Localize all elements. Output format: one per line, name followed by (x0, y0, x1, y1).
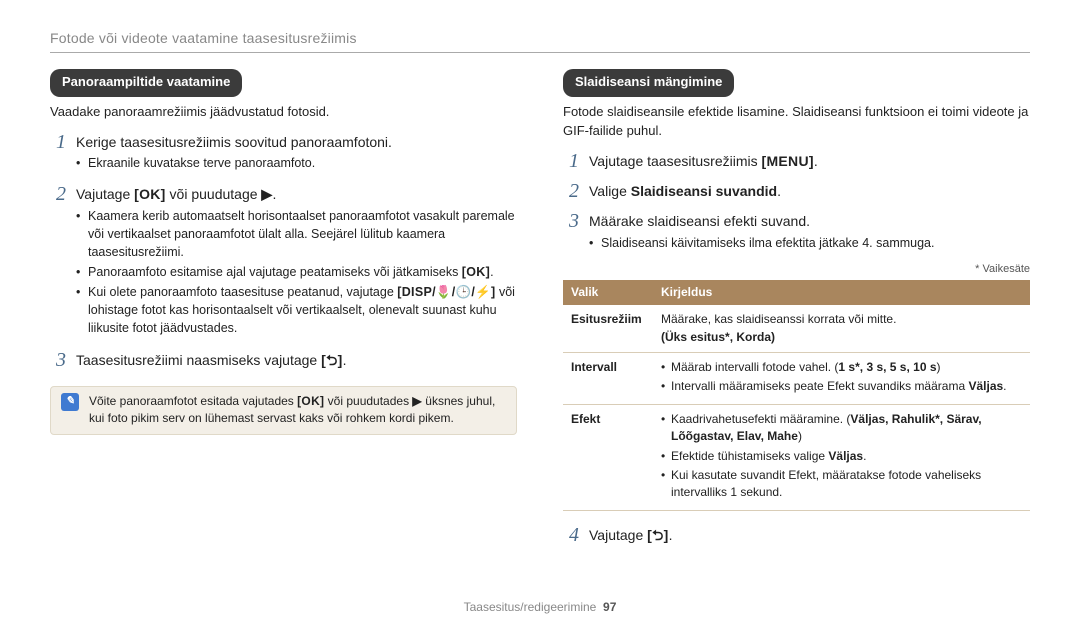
play-icon: ▶ (261, 184, 272, 204)
step-body: Määrake slaidiseansi efekti suvand. Slai… (589, 211, 1030, 253)
page-footer: Taasesitus/redigeerimine 97 (0, 599, 1080, 616)
option-description: Määrab intervalli fotode vahel. (1 s*, 3… (653, 352, 1030, 404)
content-columns: Panoraampiltide vaatamine Vaadake panora… (50, 69, 1030, 545)
step-text: Määrake slaidiseansi efekti suvand. (589, 211, 1030, 231)
page: Fotode või videote vaatamine taasesitusr… (0, 0, 1080, 555)
table-row: Esitusrežiim Määrake, kas slaidiseanssi … (563, 305, 1030, 352)
step-number: 2 (50, 184, 66, 339)
step-text: Vajutage [⮌]. (589, 525, 1030, 545)
option-label: Intervall (563, 352, 653, 404)
option-label: Esitusrežiim (563, 305, 653, 352)
option-label: Efekt (563, 404, 653, 510)
left-column: Panoraampiltide vaatamine Vaadake panora… (50, 69, 517, 545)
default-setting-note: * Vaikesäte (563, 262, 1030, 278)
ok-icon: [OK] (134, 184, 166, 204)
option-description: Määrake, kas slaidiseanssi korrata või m… (653, 305, 1030, 352)
slideshow-intro: Fotode slaidiseansile efektide lisamine.… (563, 103, 1030, 141)
note-box: ✎ Võite panoraamfotot esitada vajutades … (50, 386, 517, 435)
step-text: Valige Slaidiseansi suvandid. (589, 181, 1030, 201)
step-2: 2 Vajutage [OK] või puudutage ▶. Kaamera… (50, 184, 517, 339)
table-header-description: Kirjeldus (653, 280, 1030, 305)
back-icon: [⮌] (321, 350, 342, 370)
step-text: Vajutage taasesitusrežiimis [MENU]. (589, 151, 1030, 171)
step-body: Taasesitusrežiimi naasmiseks vajutage [⮌… (76, 350, 517, 372)
options-table: Valik Kirjeldus Esitusrežiim Määrake, ka… (563, 280, 1030, 511)
disp-macro-timer-flash-icon: [DISP/🌷/🕒/⚡] (397, 283, 495, 301)
page-number: 97 (603, 600, 616, 614)
step-3: 3 Taasesitusrežiimi naasmiseks vajutage … (50, 350, 517, 372)
step-number: 2 (563, 181, 579, 201)
step-4: 4 Vajutage [⮌]. (563, 525, 1030, 545)
note-icon: ✎ (61, 393, 79, 411)
table-header-option: Valik (563, 280, 653, 305)
step-number: 3 (50, 350, 66, 372)
header-rule (50, 52, 1030, 53)
table-row: Efekt Kaadrivahetusefekti määramine. (Vä… (563, 404, 1030, 510)
step-number: 4 (563, 525, 579, 545)
step-text: Kerige taasesitusrežiimis soovitud panor… (76, 132, 517, 152)
note-text: Võite panoraamfotot esitada vajutades [O… (89, 393, 506, 428)
step-bullet: Slaidiseansi käivitamiseks ilma efektita… (589, 234, 1030, 252)
option-description: Kaadrivahetusefekti määramine. (Väljas, … (653, 404, 1030, 510)
ok-icon: [OK] (297, 393, 324, 410)
menu-icon: [MENU] (761, 151, 813, 171)
step-bullet: Kaamera kerib automaatselt horisontaalse… (76, 207, 517, 261)
step-text: Taasesitusrežiimi naasmiseks vajutage [⮌… (76, 350, 517, 370)
step-bullet: Kui olete panoraamfoto taasesituse peata… (76, 283, 517, 337)
step-number: 1 (50, 132, 66, 174)
step-body: Kerige taasesitusrežiimis soovitud panor… (76, 132, 517, 174)
panorama-intro: Vaadake panoraamrežiimis jäädvustatud fo… (50, 103, 517, 122)
table-header-row: Valik Kirjeldus (563, 280, 1030, 305)
step-2: 2 Valige Slaidiseansi suvandid. (563, 181, 1030, 201)
step-1: 1 Vajutage taasesitusrežiimis [MENU]. (563, 151, 1030, 171)
footer-section: Taasesitus/redigeerimine (464, 600, 597, 614)
section-pill-slideshow: Slaidiseansi mängimine (563, 69, 734, 97)
step-text: Vajutage [OK] või puudutage ▶. (76, 184, 517, 204)
step-number: 1 (563, 151, 579, 171)
page-header: Fotode või videote vaatamine taasesitusr… (50, 28, 1030, 48)
back-icon: [⮌] (647, 525, 668, 545)
step-body: Vajutage [OK] või puudutage ▶. Kaamera k… (76, 184, 517, 339)
step-1: 1 Kerige taasesitusrežiimis soovitud pan… (50, 132, 517, 174)
table-row: Intervall Määrab intervalli fotode vahel… (563, 352, 1030, 404)
step-number: 3 (563, 211, 579, 253)
right-column: Slaidiseansi mängimine Fotode slaidisean… (563, 69, 1030, 545)
step-3: 3 Määrake slaidiseansi efekti suvand. Sl… (563, 211, 1030, 253)
play-icon: ▶ (412, 393, 422, 410)
step-bullet: Ekraanile kuvatakse terve panoraamfoto. (76, 154, 517, 172)
section-pill-panorama: Panoraampiltide vaatamine (50, 69, 242, 97)
ok-icon: [OK] (462, 263, 490, 281)
step-bullet: Panoraamfoto esitamise ajal vajutage pea… (76, 263, 517, 281)
